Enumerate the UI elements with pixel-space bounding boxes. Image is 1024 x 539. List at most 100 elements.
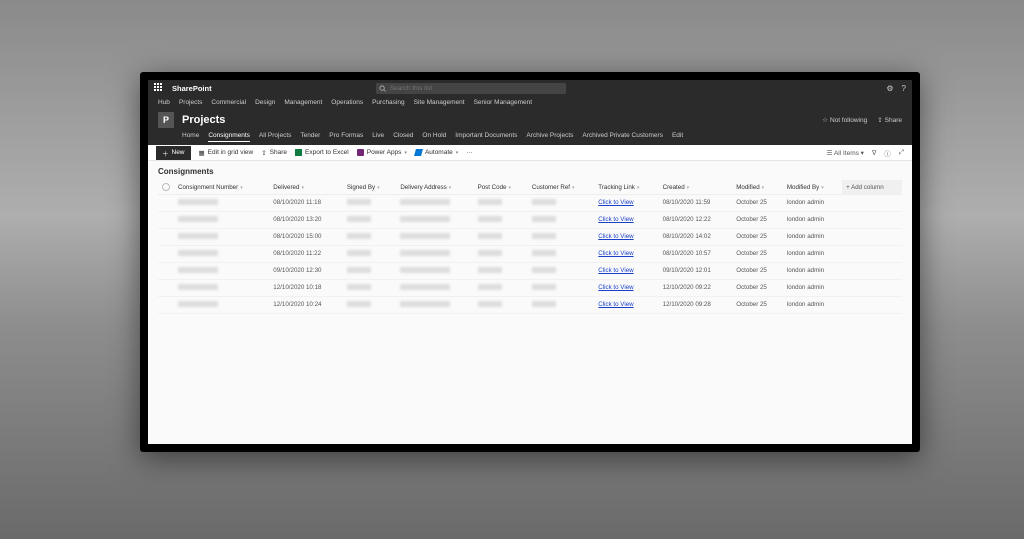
filter-icon[interactable]: ∇: [872, 149, 876, 157]
info-icon[interactable]: ⓘ: [884, 148, 891, 158]
consignment-number: [178, 301, 218, 307]
signed-by: [347, 267, 371, 273]
settings-icon[interactable]: ⚙: [886, 84, 893, 93]
delivered-cell: 08/10/2020 11:18: [269, 195, 343, 212]
hub-nav-item[interactable]: Site Management: [414, 99, 465, 106]
hub-nav-item[interactable]: Projects: [179, 99, 202, 106]
tracking-link[interactable]: Click to View: [598, 301, 633, 308]
brand-label: SharePoint: [172, 84, 212, 93]
delivery-address: [400, 284, 450, 290]
created-cell: 09/10/2020 12:01: [659, 263, 733, 280]
site-logo[interactable]: P: [158, 112, 174, 128]
table-body: 08/10/2020 11:18Click to View08/10/2020 …: [158, 195, 902, 314]
table-row[interactable]: 12/10/2020 10:24Click to View12/10/2020 …: [158, 297, 902, 314]
table-row[interactable]: 09/10/2020 12:30 Click to View 09/10/2020 …: [158, 263, 902, 280]
tracking-link[interactable]: Click to View: [598, 284, 633, 291]
site-nav-item[interactable]: Edit: [672, 132, 683, 142]
monitor-frame: SharePoint ⚙ ? Hub Projects Commercial Desi…: [140, 72, 920, 452]
edit-grid-button[interactable]: ▦ Edit in grid view: [199, 149, 254, 157]
created-cell: 12/10/2020 09:28: [659, 297, 733, 314]
column-header[interactable]: Delivery Address▾: [396, 180, 473, 195]
table-row[interactable]: 08/10/2020 11:22Click to View08/10/2020 …: [158, 246, 902, 263]
column-header[interactable]: Tracking Link▾: [594, 180, 658, 195]
hub-nav-item[interactable]: Commercial: [211, 99, 246, 106]
tracking-link[interactable]: Click to View: [598, 250, 633, 257]
site-nav-item[interactable]: Archive Projects: [526, 132, 573, 142]
share-button[interactable]: ⇪ Share: [261, 149, 287, 157]
column-header[interactable]: Post Code▾: [474, 180, 528, 195]
site-nav-item[interactable]: Tender: [300, 132, 320, 142]
select-all[interactable]: [162, 183, 170, 191]
site-nav-item[interactable]: Home: [182, 132, 199, 142]
new-button[interactable]: ＋ New: [156, 146, 191, 160]
customer-ref: [532, 301, 556, 307]
help-icon[interactable]: ?: [902, 84, 906, 93]
modified-by-cell: london admin: [783, 212, 842, 229]
column-header[interactable]: Modified By▾: [783, 180, 842, 195]
table-row[interactable]: 08/10/2020 13:20Click to View08/10/2020 …: [158, 212, 902, 229]
delivery-address: [400, 250, 450, 256]
app-launcher-icon[interactable]: [154, 83, 164, 93]
delivered-cell: 08/10/2020 15:00: [269, 229, 343, 246]
signed-by: [347, 233, 371, 239]
column-header[interactable]: Created▾: [659, 180, 733, 195]
tracking-link[interactable]: Click to View: [598, 267, 633, 274]
signed-by: [347, 301, 371, 307]
table-row[interactable]: 08/10/2020 11:18Click to View08/10/2020 …: [158, 195, 902, 212]
consignment-number: [178, 250, 218, 256]
hub-nav-item[interactable]: Hub: [158, 99, 170, 106]
signed-by: [347, 216, 371, 222]
delivered-cell: 09/10/2020 12:30: [269, 263, 343, 280]
delivery-address: [400, 199, 450, 205]
powerapps-button[interactable]: Power Apps▾: [357, 149, 407, 156]
tracking-link[interactable]: Click to View: [598, 216, 633, 223]
tracking-link[interactable]: Click to View: [598, 199, 633, 206]
expand-icon[interactable]: ⤢: [899, 149, 904, 157]
site-nav-item[interactable]: Closed: [393, 132, 413, 142]
add-column-button[interactable]: + Add column: [842, 180, 902, 195]
share-site-button[interactable]: ⇪ Share: [877, 116, 902, 124]
site-nav-item[interactable]: Important Documents: [455, 132, 517, 142]
post-code: [478, 199, 502, 205]
modified-cell: October 25: [732, 229, 783, 246]
consignment-number: [178, 267, 218, 273]
column-header[interactable]: Delivered▾: [269, 180, 343, 195]
column-header[interactable]: Modified▾: [732, 180, 783, 195]
post-code: [478, 233, 502, 239]
site-nav-item[interactable]: Archived Private Customers: [582, 132, 663, 142]
hub-nav-item[interactable]: Management: [284, 99, 322, 106]
view-selector[interactable]: ☰ All Items ▾: [827, 149, 864, 157]
column-header[interactable]: Signed By▾: [343, 180, 396, 195]
site-nav-item[interactable]: Pro Formas: [329, 132, 363, 142]
site-nav-item[interactable]: Consignments: [208, 132, 250, 142]
modified-by-cell: london admin: [783, 297, 842, 314]
site-nav-item[interactable]: On Hold: [422, 132, 446, 142]
customer-ref: [532, 216, 556, 222]
site-nav-item[interactable]: All Projects: [259, 132, 292, 142]
hub-nav-item[interactable]: Design: [255, 99, 275, 106]
hub-nav-item[interactable]: Purchasing: [372, 99, 405, 106]
more-actions-button[interactable]: ···: [466, 149, 473, 156]
table-row[interactable]: 08/10/2020 15:00Click to View08/10/2020 …: [158, 229, 902, 246]
column-header[interactable]: Customer Ref▾: [528, 180, 594, 195]
post-code: [478, 267, 502, 273]
hub-nav-item[interactable]: Senior Management: [474, 99, 533, 106]
automate-icon: [414, 149, 423, 156]
search-icon: [379, 85, 386, 92]
hub-nav-item[interactable]: Operations: [331, 99, 363, 106]
automate-button[interactable]: Automate▾: [415, 149, 458, 156]
export-excel-button[interactable]: Export to Excel: [295, 149, 349, 156]
search-wrap: [376, 83, 566, 94]
column-header[interactable]: Consignment Number▾: [174, 180, 269, 195]
created-cell: 12/10/2020 09:22: [659, 280, 733, 297]
site-nav-item[interactable]: Live: [372, 132, 384, 142]
delivered-cell: 08/10/2020 11:22: [269, 246, 343, 263]
not-following-button[interactable]: ☆ Not following: [822, 116, 867, 124]
list-content: Consignments Consignment Number▾Delivere…: [148, 161, 912, 444]
signed-by: [347, 284, 371, 290]
customer-ref: [532, 199, 556, 205]
tracking-link[interactable]: Click to View: [598, 233, 633, 240]
table-row[interactable]: 12/10/2020 10:18Click to View12/10/2020 …: [158, 280, 902, 297]
list-table: Consignment Number▾Delivered▾Signed By▾D…: [158, 180, 902, 314]
search-input[interactable]: [376, 83, 566, 94]
